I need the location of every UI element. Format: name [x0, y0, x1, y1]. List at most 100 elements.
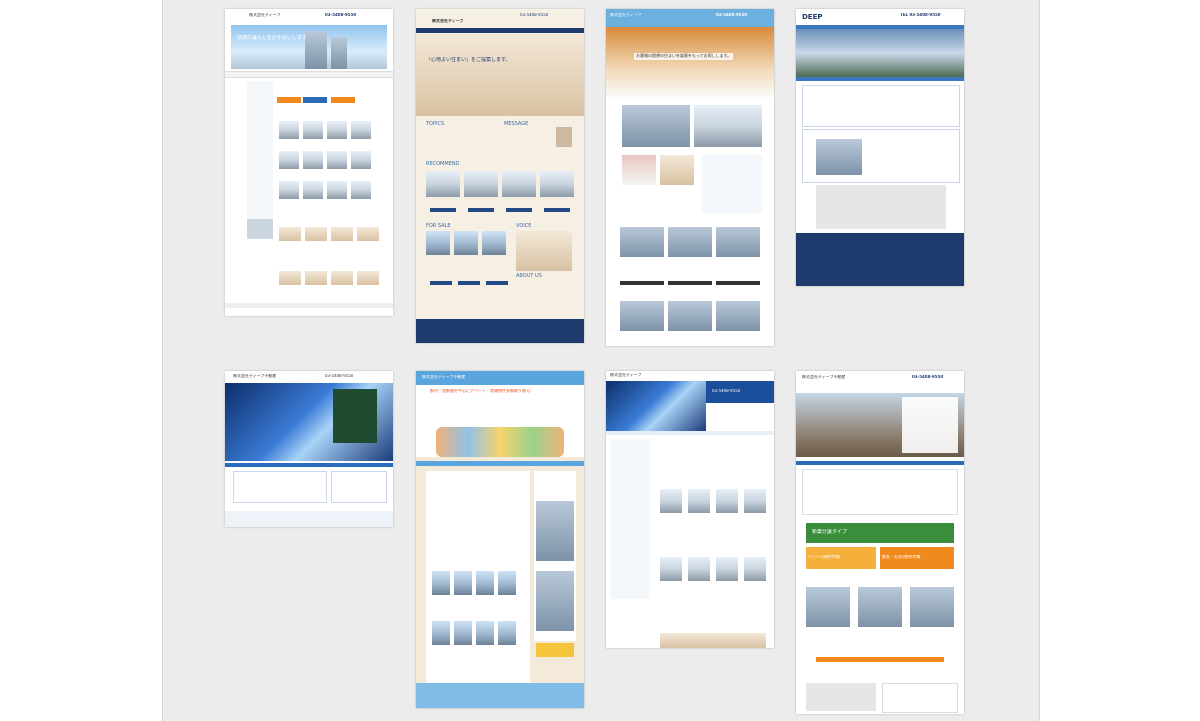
- map: [806, 683, 876, 711]
- detail-button[interactable]: [506, 208, 532, 212]
- footer: [225, 511, 393, 527]
- detail-button[interactable]: [458, 281, 480, 285]
- staff-photo: [247, 219, 273, 239]
- property-photo: [327, 121, 347, 139]
- company-logo: DEEP: [802, 13, 823, 21]
- nav-bar: [796, 461, 964, 465]
- gallery-panel: 株式会社ディープ 03-5408-9550 快適な暮らしをお手伝いします 株式会…: [162, 0, 1040, 721]
- section-heading: RECOMMEND: [426, 161, 460, 167]
- company-info: [882, 683, 958, 713]
- property-photo: [303, 121, 323, 139]
- nav-bar: [606, 431, 774, 435]
- banner-text: 敷金・礼金0物件特集: [882, 555, 921, 559]
- section-heading: MESSAGE: [504, 121, 529, 127]
- sidebar: [610, 439, 650, 599]
- banner: [536, 643, 574, 657]
- property-photo: [454, 571, 472, 595]
- section-heading: TOPICS: [426, 121, 445, 127]
- search-panel[interactable]: [902, 397, 958, 453]
- hero-image: [606, 27, 774, 97]
- property-photo: [806, 587, 850, 627]
- more-button[interactable]: [816, 657, 944, 662]
- building-image: [305, 31, 327, 69]
- property-photo: [303, 181, 323, 199]
- phone-number: 03-5408-9550: [716, 13, 748, 17]
- building-photo: [536, 571, 574, 631]
- hero-image: [606, 381, 706, 431]
- property-photo: [351, 181, 371, 199]
- template-thumbnail-2[interactable]: 株式会社ディープ 03-5408-9550 「心地よい住まい」をご提案します。 …: [416, 9, 584, 343]
- building-photo: [816, 139, 862, 175]
- property-photo: [716, 227, 760, 257]
- section-heading: FOR SALE: [426, 223, 451, 229]
- detail-button[interactable]: [430, 208, 456, 212]
- section-heading: ABOUT US: [516, 273, 542, 279]
- detail-button[interactable]: [544, 208, 570, 212]
- building-photo: [536, 501, 574, 561]
- property-photo: [327, 151, 347, 169]
- property-photo: [498, 571, 516, 595]
- footer: [225, 303, 393, 308]
- property-photo: [279, 151, 299, 169]
- property-photo: [620, 301, 664, 331]
- president-photo: [556, 127, 572, 147]
- property-photo: [454, 621, 472, 645]
- property-photo: [744, 557, 766, 581]
- sub-nav: [796, 77, 964, 81]
- detail-button[interactable]: [668, 281, 712, 285]
- menu-panel: [333, 389, 377, 443]
- hero-image: [796, 29, 964, 77]
- detail-button[interactable]: [620, 281, 664, 285]
- property-photo: [432, 571, 450, 595]
- phone-number: TEL 03-5408-9550: [900, 13, 941, 17]
- detail-button[interactable]: [486, 281, 508, 285]
- property-photo: [279, 181, 299, 199]
- footer: [796, 233, 964, 286]
- detail-button[interactable]: [468, 208, 494, 212]
- nav-bar: [416, 28, 584, 33]
- template-thumbnail-4[interactable]: DEEP TEL 03-5408-9550: [796, 9, 964, 286]
- property-photo: [426, 231, 450, 255]
- template-thumbnail-7[interactable]: 株式会社ディープ 03-5408-9550: [606, 371, 774, 648]
- company-name: 株式会社ディープ不動産: [802, 375, 846, 379]
- company-name: 株式会社ディープ: [610, 373, 642, 377]
- detail-button[interactable]: [716, 281, 760, 285]
- property-photo: [303, 151, 323, 169]
- template-thumbnail-5[interactable]: 株式会社ディープ不動産 03-5408-9550: [225, 371, 393, 527]
- company-name: 株式会社ディープ: [610, 13, 642, 17]
- property-photo: [305, 227, 327, 241]
- nav-bar: [416, 461, 584, 466]
- property-photo: [331, 271, 353, 285]
- footer: [416, 683, 584, 708]
- property-photo: [668, 227, 712, 257]
- hero-text: 「心地よい住まい」をご提案します。: [426, 57, 511, 63]
- template-thumbnail-1[interactable]: 株式会社ディープ 03-5408-9550 快適な暮らしをお手伝いします: [225, 9, 393, 316]
- property-photo: [454, 231, 478, 255]
- company-name: 株式会社ディープ不動産: [422, 375, 466, 379]
- phone-number: 03-5408-9550: [520, 13, 549, 17]
- detail-button[interactable]: [430, 281, 452, 285]
- property-photo: [498, 621, 516, 645]
- hero-text: お客様の理想の住まいを誠意をもってお探しします。: [634, 53, 734, 60]
- nav-bar: [225, 463, 393, 467]
- voice-image: [516, 231, 572, 271]
- property-photo: [279, 271, 301, 285]
- property-photo: [476, 621, 494, 645]
- content-box: [233, 471, 327, 503]
- property-photo: [502, 171, 536, 197]
- property-photo: [482, 231, 506, 255]
- template-thumbnail-3[interactable]: 株式会社ディープ 03-5408-9550 お客様の理想の住まいを誠意をもってお…: [606, 9, 774, 346]
- property-photo: [716, 301, 760, 331]
- property-photo: [716, 557, 738, 581]
- hero-text: 都内・首都圏を中心にアパート・賃貸物件多数取り揃え!: [430, 389, 532, 393]
- template-thumbnail-6[interactable]: 株式会社ディープ不動産 都内・首都圏を中心にアパート・賃貸物件多数取り揃え!: [416, 371, 584, 708]
- property-photo: [694, 105, 762, 147]
- template-thumbnail-8[interactable]: 株式会社ディープ不動産 03-5408-9550 新築分譲タイプ ペット可物件特…: [796, 371, 964, 714]
- content-box: [802, 85, 960, 127]
- property-photo: [432, 621, 450, 645]
- property-photo: [688, 489, 710, 513]
- property-photo: [660, 489, 682, 513]
- property-photo: [622, 105, 690, 147]
- property-photo: [910, 587, 954, 627]
- news-box: [802, 469, 958, 515]
